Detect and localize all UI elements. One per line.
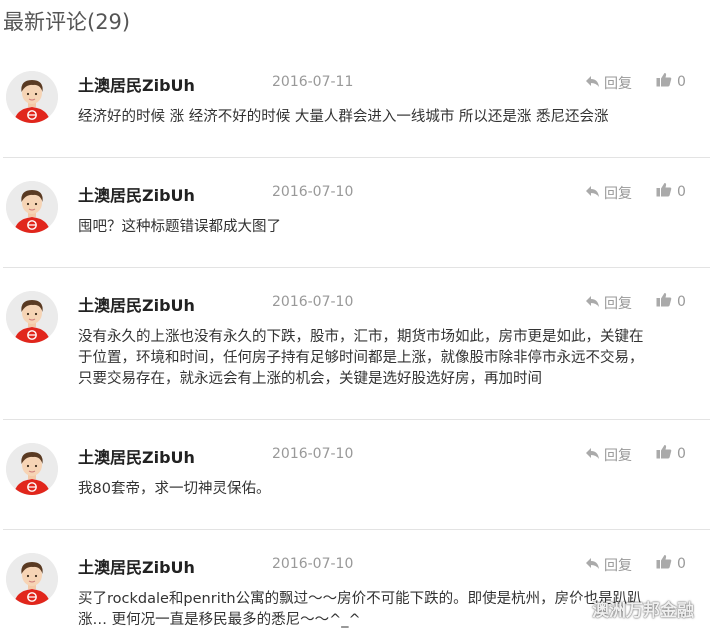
comment-text-line: 没有永久的上涨也没有永久的下跌，股市，汇市，期货市场如此，房市更是如此，关键在 (78, 329, 644, 345)
reply-button[interactable]: 回复 (585, 445, 632, 465)
comment-item: 土澳居民ZibUh 2016-07-10 回复 0 买了rockdale和penrith… (0, 530, 710, 640)
comment-date: 2016-07-10 (272, 294, 354, 310)
like-count: 0 (677, 293, 686, 310)
reply-button[interactable]: 回复 (585, 183, 632, 203)
wechat-icon (565, 597, 587, 620)
reply-arrow-icon (585, 557, 600, 574)
like-count: 0 (677, 73, 686, 90)
comment-text-line: 我80套帝，求一切神灵保佑。 (78, 481, 271, 497)
comment-text-line: 经济好的时候 涨 经济不好的时候 大量人群会进入一线城市 所以还是涨 悉尼还会涨 (78, 109, 609, 125)
avatar[interactable] (6, 443, 58, 495)
reply-arrow-icon (585, 185, 600, 202)
comment-item: 土澳居民ZibUh 2016-07-10 回复 0 囤吧？这种标题错误都成大图了 (0, 158, 710, 268)
reply-button[interactable]: 回复 (585, 293, 632, 313)
reply-button[interactable]: 回复 (585, 73, 632, 93)
comment-item: 土澳居民ZibUh 2016-07-10 回复 0 我80套帝，求一切神灵保佑。 (0, 420, 710, 530)
comment-text-line: 只要交易存在，就永远会有上涨的机会，关键是选好股选好房，再加时间 (78, 371, 542, 387)
reply-arrow-icon (585, 295, 600, 312)
comment-text: 没有永久的上涨也没有永久的下跌，股市，汇市，期货市场如此，房市更是如此，关键在于… (78, 327, 710, 390)
thumbs-up-icon (656, 554, 672, 573)
page-title: 最新评论(29) (3, 10, 131, 34)
reply-arrow-icon (585, 75, 600, 92)
reply-label: 回复 (604, 448, 632, 464)
like-button[interactable]: 0 (656, 444, 686, 463)
comment-username[interactable]: 土澳居民ZibUh (78, 554, 195, 578)
like-count: 0 (677, 555, 686, 572)
comment-text-line: 囤吧？这种标题错误都成大图了 (78, 219, 281, 235)
comment-text: 囤吧？这种标题错误都成大图了 (78, 217, 710, 238)
thumbs-up-icon (656, 292, 672, 311)
thumbs-up-icon (656, 444, 672, 463)
comment-text: 经济好的时候 涨 经济不好的时候 大量人群会进入一线城市 所以还是涨 悉尼还会涨 (78, 107, 710, 128)
watermark-text: 澳洲万邦金融 (592, 601, 694, 621)
like-button[interactable]: 0 (656, 292, 686, 311)
comment-date: 2016-07-10 (272, 184, 354, 200)
comment-date: 2016-07-10 (272, 446, 354, 462)
comment-username[interactable]: 土澳居民ZibUh (78, 182, 195, 206)
reply-label: 回复 (604, 186, 632, 202)
like-button[interactable]: 0 (656, 182, 686, 201)
comment-username[interactable]: 土澳居民ZibUh (78, 72, 195, 96)
reply-arrow-icon (585, 447, 600, 464)
thumbs-up-icon (656, 182, 672, 201)
like-button[interactable]: 0 (656, 72, 686, 91)
watermark: 澳洲万邦金融 (565, 596, 694, 621)
thumbs-up-icon (656, 72, 672, 91)
reply-button[interactable]: 回复 (585, 555, 632, 575)
reply-label: 回复 (604, 296, 632, 312)
comment-text: 我80套帝，求一切神灵保佑。 (78, 479, 710, 500)
comment-item: 土澳居民ZibUh 2016-07-11 回复 0 经济好的时候 涨 经济不好的时候 大… (0, 48, 710, 158)
comment-text-line: 于位置，环境和时间，任何房子持有足够时间都是上涨，就像股市除非停市永远不交易， (78, 350, 644, 366)
like-button[interactable]: 0 (656, 554, 686, 573)
avatar[interactable] (6, 553, 58, 605)
comment-date: 2016-07-10 (272, 556, 354, 572)
avatar[interactable] (6, 291, 58, 343)
avatar[interactable] (6, 71, 58, 123)
comment-item: 土澳居民ZibUh 2016-07-10 回复 0 没有永久的上涨也没有永久的下跌，股市… (0, 268, 710, 420)
comment-username[interactable]: 土澳居民ZibUh (78, 292, 195, 316)
comment-username[interactable]: 土澳居民ZibUh (78, 444, 195, 468)
comment-date: 2016-07-11 (272, 74, 354, 90)
like-count: 0 (677, 183, 686, 200)
like-count: 0 (677, 445, 686, 462)
avatar[interactable] (6, 181, 58, 233)
reply-label: 回复 (604, 558, 632, 574)
reply-label: 回复 (604, 76, 632, 92)
